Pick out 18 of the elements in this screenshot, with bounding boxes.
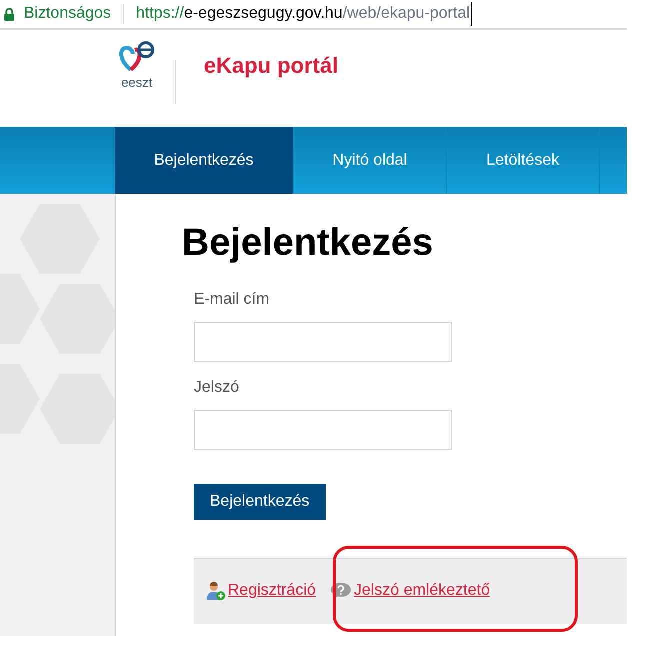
nav-tab[interactable]: Letöltések — [447, 127, 600, 194]
field-label: Jelszó — [194, 378, 240, 398]
field-label: E-mail cím — [194, 290, 271, 310]
input-field[interactable] — [194, 410, 452, 450]
security-label: Biztonságos — [24, 4, 112, 24]
lock-icon — [4, 8, 15, 20]
user-add-icon — [206, 581, 226, 601]
logo-text: eeszt — [121, 76, 153, 89]
help-icon — [330, 582, 352, 600]
register-link[interactable]: Regisztráció — [228, 579, 316, 603]
password-reminder-link[interactable]: Jelszó emlékeztető — [354, 579, 490, 603]
login-button[interactable]: Bejelentkezés — [194, 484, 326, 520]
page-heading: Bejelentkezés — [182, 221, 434, 266]
url-field[interactable]: https://e-egeszsegugy.gov.hu/web/ekapu-portal — [136, 2, 472, 26]
portal-title: eKapu portál — [204, 52, 338, 80]
input-field[interactable] — [194, 322, 452, 362]
nav-tab[interactable]: Nyitó oldal — [294, 127, 447, 194]
nav-tab[interactable]: Bejelentkezés — [115, 127, 294, 194]
